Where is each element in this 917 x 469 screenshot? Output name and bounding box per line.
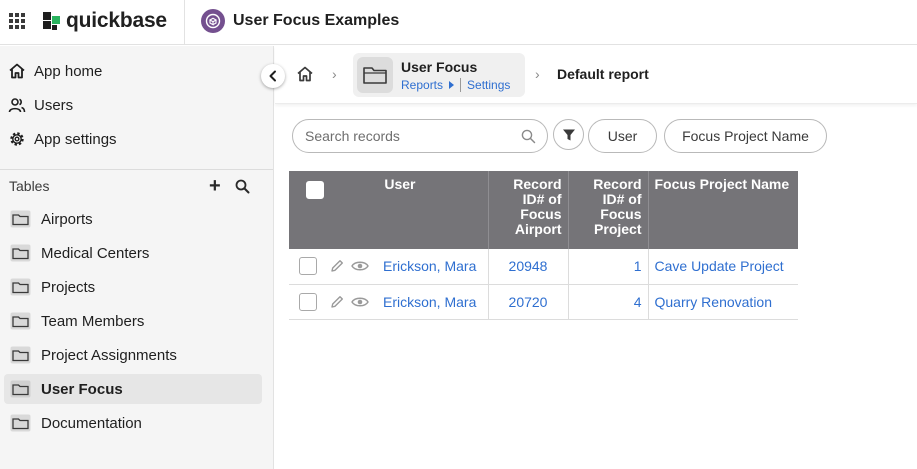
folder-icon xyxy=(10,380,31,398)
sidebar-table-user-focus[interactable]: User Focus xyxy=(4,374,262,404)
breadcrumb-home-icon[interactable] xyxy=(296,65,314,83)
sidebar-table-documentation[interactable]: Documentation xyxy=(4,408,262,438)
sidebar-link-label: App home xyxy=(34,62,103,80)
breadcrumb: › User Focus Reports Settings › Default … xyxy=(275,46,917,104)
chevron-right-icon: › xyxy=(332,66,337,82)
table-folder-icon xyxy=(357,57,393,93)
search-input[interactable] xyxy=(305,127,505,145)
search-records-box[interactable] xyxy=(292,119,548,153)
project-name-cell[interactable]: Quarry Renovation xyxy=(648,284,798,320)
user-link[interactable]: Erickson, Mara xyxy=(383,294,476,310)
user-cell: Erickson, Mara xyxy=(289,284,489,320)
edit-pencil-icon[interactable] xyxy=(329,258,345,274)
chevron-right-icon: › xyxy=(535,66,540,82)
brand-name: quickbase xyxy=(66,9,167,32)
column-header-record-id-focus-airport[interactable]: Record ID# of Focus Airport xyxy=(488,171,569,249)
view-eye-icon[interactable] xyxy=(351,258,369,274)
table-label: User Focus xyxy=(41,380,123,398)
project-name-cell[interactable]: Cave Update Project xyxy=(648,249,798,285)
table-label: Project Assignments xyxy=(41,346,177,364)
tables-heading: Tables xyxy=(9,178,50,194)
sidebar: App home Users App settings Tables + Air… xyxy=(0,46,274,469)
sidebar-link-label: Users xyxy=(34,96,74,114)
collapse-sidebar-button[interactable] xyxy=(261,64,285,88)
sidebar-link-users[interactable]: Users xyxy=(8,93,73,117)
search-tables-icon[interactable] xyxy=(235,179,250,194)
sidebar-table-team-members[interactable]: Team Members xyxy=(4,306,262,336)
filter-button[interactable] xyxy=(553,119,584,150)
chevron-left-icon xyxy=(269,70,276,82)
filter-pill-user[interactable]: User xyxy=(588,119,657,153)
app-switcher-grid-icon[interactable] xyxy=(9,13,25,29)
breadcrumb-table-name[interactable]: User Focus xyxy=(401,59,477,75)
table-label: Team Members xyxy=(41,312,145,330)
filter-pill-focus-project-name[interactable]: Focus Project Name xyxy=(664,119,827,153)
users-icon xyxy=(8,98,26,113)
breadcrumb-table-links: Reports Settings xyxy=(401,78,510,92)
app-title[interactable]: User Focus Examples xyxy=(233,12,399,30)
row-select-checkbox[interactable] xyxy=(299,257,317,276)
sidebar-table-medical-centers[interactable]: Medical Centers xyxy=(4,238,262,268)
current-report-title: Default report xyxy=(557,66,649,82)
view-eye-icon[interactable] xyxy=(351,294,369,310)
row-select-checkbox[interactable] xyxy=(299,292,317,311)
airport-id-cell[interactable]: 20948 xyxy=(488,249,569,285)
project-id-cell[interactable]: 1 xyxy=(568,249,649,285)
table-row[interactable]: Erickson, Mara 20720 4 Quarry Renovation xyxy=(289,284,798,320)
project-id-cell[interactable]: 4 xyxy=(568,284,649,320)
folder-icon xyxy=(10,346,31,364)
user-link[interactable]: Erickson, Mara xyxy=(383,258,476,274)
table-label: Airports xyxy=(41,210,93,228)
caret-right-icon[interactable] xyxy=(449,81,455,89)
quickbase-logo-icon xyxy=(43,12,61,30)
report-table: User Record ID# of Focus Airport Record … xyxy=(289,171,798,320)
column-header-record-id-focus-project[interactable]: Record ID# of Focus Project xyxy=(568,171,649,249)
top-bar: quickbase User Focus Examples xyxy=(0,0,917,45)
sidebar-link-app-settings[interactable]: App settings xyxy=(8,127,117,151)
sidebar-table-projects[interactable]: Projects xyxy=(4,272,262,302)
table-label: Documentation xyxy=(41,414,142,432)
folder-icon xyxy=(10,244,31,262)
folder-icon xyxy=(10,414,31,432)
reports-link[interactable]: Reports xyxy=(401,78,443,92)
select-all-checkbox[interactable] xyxy=(306,181,324,199)
folder-icon xyxy=(10,312,31,330)
add-table-plus-icon[interactable]: + xyxy=(209,176,221,196)
search-icon xyxy=(521,129,536,144)
table-label: Medical Centers xyxy=(41,244,150,262)
app-badge-icon xyxy=(201,9,225,33)
sidebar-link-app-home[interactable]: App home xyxy=(8,59,102,83)
sidebar-link-label: App settings xyxy=(34,130,117,148)
header-divider xyxy=(184,0,185,45)
folder-icon xyxy=(10,278,31,296)
settings-link[interactable]: Settings xyxy=(467,78,510,92)
table-header-row: User Record ID# of Focus Airport Record … xyxy=(289,171,798,249)
folder-icon xyxy=(10,210,31,228)
sidebar-table-project-assignments[interactable]: Project Assignments xyxy=(4,340,262,370)
brand-logo[interactable]: quickbase xyxy=(43,9,167,33)
user-cell: Erickson, Mara xyxy=(289,249,489,285)
edit-pencil-icon[interactable] xyxy=(329,294,345,310)
filter-funnel-icon xyxy=(562,129,575,140)
sidebar-table-airports[interactable]: Airports xyxy=(4,204,262,234)
link-separator xyxy=(460,78,462,92)
breadcrumb-table-card[interactable]: User Focus Reports Settings xyxy=(353,53,525,97)
sidebar-divider xyxy=(0,169,273,170)
home-icon xyxy=(9,63,25,79)
table-label: Projects xyxy=(41,278,96,296)
airport-id-cell[interactable]: 20720 xyxy=(488,284,569,320)
column-header-label: User xyxy=(384,176,416,192)
column-header-focus-project-name[interactable]: Focus Project Name xyxy=(648,171,798,249)
table-row[interactable]: Erickson, Mara 20948 1 Cave Update Proje… xyxy=(289,249,798,285)
column-header-user[interactable]: User xyxy=(289,171,489,249)
gear-icon xyxy=(10,132,24,146)
